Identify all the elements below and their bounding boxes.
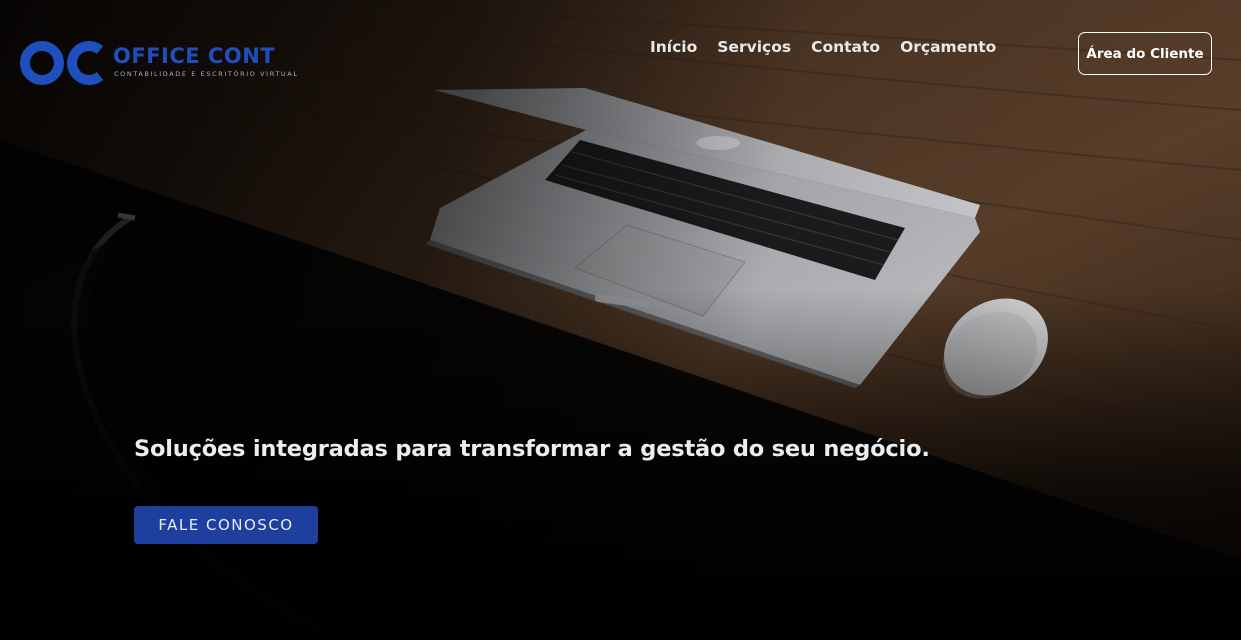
nav-item-servicos[interactable]: Serviços [717,38,791,56]
hero-headline: Soluções integradas para transformar a g… [134,436,930,462]
main-nav: Início Serviços Contato Orçamento [650,38,996,56]
hero-overlay-bottom [0,0,1241,640]
brand-name: OFFICE CONT [113,44,276,68]
hero-section: OFFICE CONT CONTABILIDADE E ESCRITÓRIO V… [0,0,1241,640]
nav-item-contato[interactable]: Contato [811,38,880,56]
oc-logo-icon [20,41,104,85]
nav-item-inicio[interactable]: Início [650,38,697,56]
brand-tagline: CONTABILIDADE E ESCRITÓRIO VIRTUAL [114,70,299,78]
client-area-button[interactable]: Área do Cliente [1078,32,1212,75]
brand-logo[interactable]: OFFICE CONT CONTABILIDADE E ESCRITÓRIO V… [18,36,308,88]
contact-us-button[interactable]: FALE CONOSCO [134,506,318,544]
nav-item-orcamento[interactable]: Orçamento [900,38,996,56]
